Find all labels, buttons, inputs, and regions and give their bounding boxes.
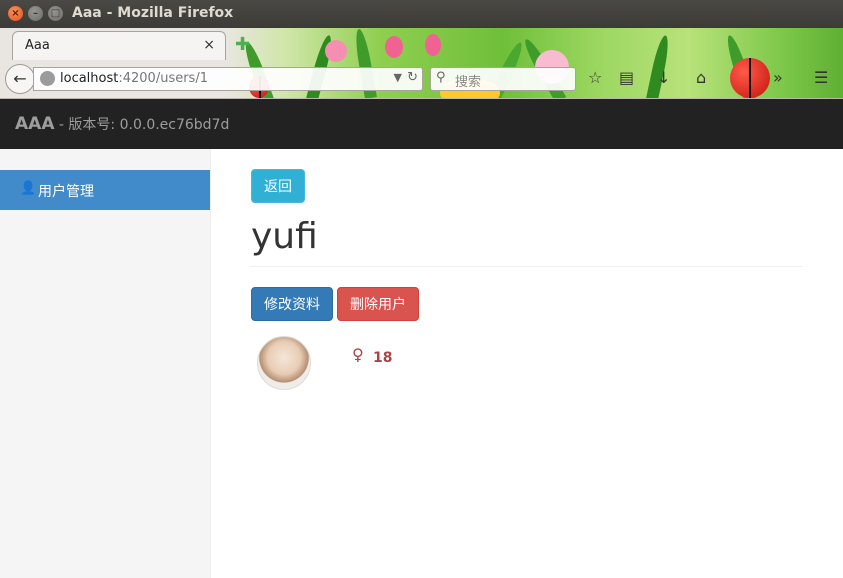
brand-name: AAA bbox=[15, 114, 55, 134]
bookmarks-list-icon[interactable]: ▤ bbox=[619, 68, 634, 87]
globe-icon bbox=[40, 71, 55, 86]
new-tab-icon[interactable]: ✚ bbox=[235, 34, 250, 55]
dropdown-arrow-icon[interactable]: ▼ bbox=[394, 71, 402, 84]
brand-version: - 版本号: 0.0.0.ec76bd7d bbox=[54, 117, 230, 133]
avatar bbox=[257, 336, 311, 390]
flower-decoration bbox=[425, 34, 441, 56]
search-placeholder: 搜索 bbox=[455, 75, 482, 90]
tab-close-icon[interactable]: × bbox=[203, 37, 215, 53]
user-icon: 👤 bbox=[20, 181, 37, 196]
user-name-title: yufi bbox=[251, 216, 318, 257]
user-age: 18 bbox=[373, 350, 393, 366]
female-gender-icon: ♀ bbox=[352, 345, 364, 364]
flower-decoration bbox=[325, 40, 347, 62]
url-path: :4200/users/1 bbox=[118, 71, 208, 86]
sidebar-item-label: 用户管理 bbox=[38, 184, 94, 200]
home-icon[interactable]: ⌂ bbox=[696, 68, 706, 87]
url-host: localhost bbox=[60, 71, 119, 86]
reload-icon[interactable]: ↻ bbox=[407, 70, 418, 85]
window-titlebar: × – □ Aaa - Mozilla Firefox bbox=[0, 0, 843, 28]
sidebar: 👤 用户管理 bbox=[0, 149, 211, 578]
search-icon: ⚲ bbox=[436, 70, 446, 85]
download-icon[interactable]: ↓ bbox=[657, 68, 670, 87]
window-close-button[interactable]: × bbox=[8, 6, 23, 21]
url-text: localhost:4200/users/1 bbox=[60, 71, 208, 86]
window-title: Aaa - Mozilla Firefox bbox=[72, 5, 234, 21]
browser-tab[interactable]: Aaa × bbox=[12, 31, 226, 60]
delete-user-button[interactable]: 删除用户 bbox=[337, 287, 419, 321]
app-navbar: AAA - 版本号: 0.0.0.ec76bd7d bbox=[0, 99, 843, 149]
arrow-left-icon: ← bbox=[13, 69, 27, 88]
window-maximize-button[interactable]: □ bbox=[48, 6, 63, 21]
sidebar-item-user-management[interactable]: 👤 用户管理 bbox=[0, 170, 210, 210]
window-minimize-button[interactable]: – bbox=[28, 6, 43, 21]
app-brand[interactable]: AAA - 版本号: 0.0.0.ec76bd7d bbox=[15, 114, 229, 134]
search-bar[interactable]: ⚲ 搜索 bbox=[430, 67, 576, 91]
navigation-row: ← localhost:4200/users/1 ▼ ↻ ⚲ 搜索 ☆ ▤ ↓ … bbox=[0, 60, 843, 98]
bookmark-star-icon[interactable]: ☆ bbox=[588, 68, 602, 87]
browser-toolbar: Aaa × ✚ ← localhost:4200/users/1 ▼ ↻ ⚲ 搜… bbox=[0, 28, 843, 99]
flower-decoration bbox=[385, 36, 403, 58]
url-bar[interactable]: localhost:4200/users/1 ▼ ↻ bbox=[33, 67, 423, 91]
tab-label: Aaa bbox=[25, 38, 50, 53]
menu-icon[interactable]: ☰ bbox=[814, 68, 828, 87]
overflow-chevron-icon[interactable]: » bbox=[773, 68, 783, 87]
main-content: 返回 yufi 修改资料 删除用户 ♀ 18 bbox=[211, 149, 843, 578]
edit-profile-button[interactable]: 修改资料 bbox=[251, 287, 333, 321]
title-divider bbox=[251, 266, 803, 267]
back-link-button[interactable]: 返回 bbox=[251, 169, 305, 203]
back-button[interactable]: ← bbox=[5, 64, 35, 94]
